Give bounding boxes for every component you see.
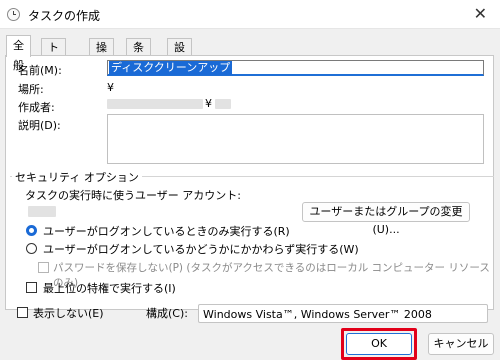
author-label: 作成者: <box>18 101 55 114</box>
security-group-title: セキュリティ オプション <box>12 169 142 185</box>
ok-button[interactable]: OK <box>346 333 412 355</box>
location-label: 場所: <box>18 83 44 96</box>
tab-general[interactable]: 全般 <box>6 35 31 72</box>
hidden-checkbox[interactable] <box>17 307 28 318</box>
configure-label: 構成(C): <box>146 307 188 320</box>
location-value: ¥ <box>107 81 114 94</box>
no-store-password-checkbox[interactable] <box>38 262 49 273</box>
tab-actions[interactable]: 操作 <box>89 38 114 71</box>
hidden-label[interactable]: 表示しない(E) <box>33 305 104 321</box>
author-redacted <box>107 99 203 109</box>
change-user-button[interactable]: ユーザーまたはグループの変更(U)... <box>302 202 470 236</box>
radio-logged-on-label[interactable]: ユーザーがログオンしているときのみ実行する(R) <box>43 223 290 239</box>
author-redacted-2 <box>215 99 231 109</box>
tab-triggers[interactable]: トリガー <box>41 38 66 105</box>
author-value: ¥ <box>205 97 212 110</box>
description-label: 説明(D): <box>18 119 61 132</box>
name-value: ディスククリーンアップ <box>109 61 233 75</box>
account-label: タスクの実行時に使うユーザー アカウント: <box>25 189 241 202</box>
tab-conditions[interactable]: 条件 <box>126 38 151 71</box>
configure-select[interactable]: Windows Vista™, Windows Server™ 2008 <box>198 304 488 323</box>
name-input[interactable]: ディスククリーンアップ <box>107 60 484 76</box>
cancel-button[interactable]: キャンセル <box>428 333 494 355</box>
radio-whether-logged-label[interactable]: ユーザーがログオンしているかどうかにかかわらず実行する(W) <box>43 241 359 257</box>
radio-logged-on[interactable] <box>26 225 37 236</box>
description-input[interactable] <box>107 114 484 164</box>
radio-whether-logged[interactable] <box>26 243 37 254</box>
close-icon[interactable]: ✕ <box>474 4 487 23</box>
configure-value: Windows Vista™, Windows Server™ 2008 <box>203 308 432 321</box>
highest-priv-label[interactable]: 最上位の特権で実行する(I) <box>43 280 176 296</box>
tab-settings[interactable]: 設定 <box>167 38 192 71</box>
highest-priv-checkbox[interactable] <box>26 282 37 293</box>
name-label: 名前(M): <box>18 64 62 77</box>
account-redacted <box>28 206 56 217</box>
window-title: タスクの作成 <box>28 9 101 23</box>
clock-icon <box>7 8 20 21</box>
